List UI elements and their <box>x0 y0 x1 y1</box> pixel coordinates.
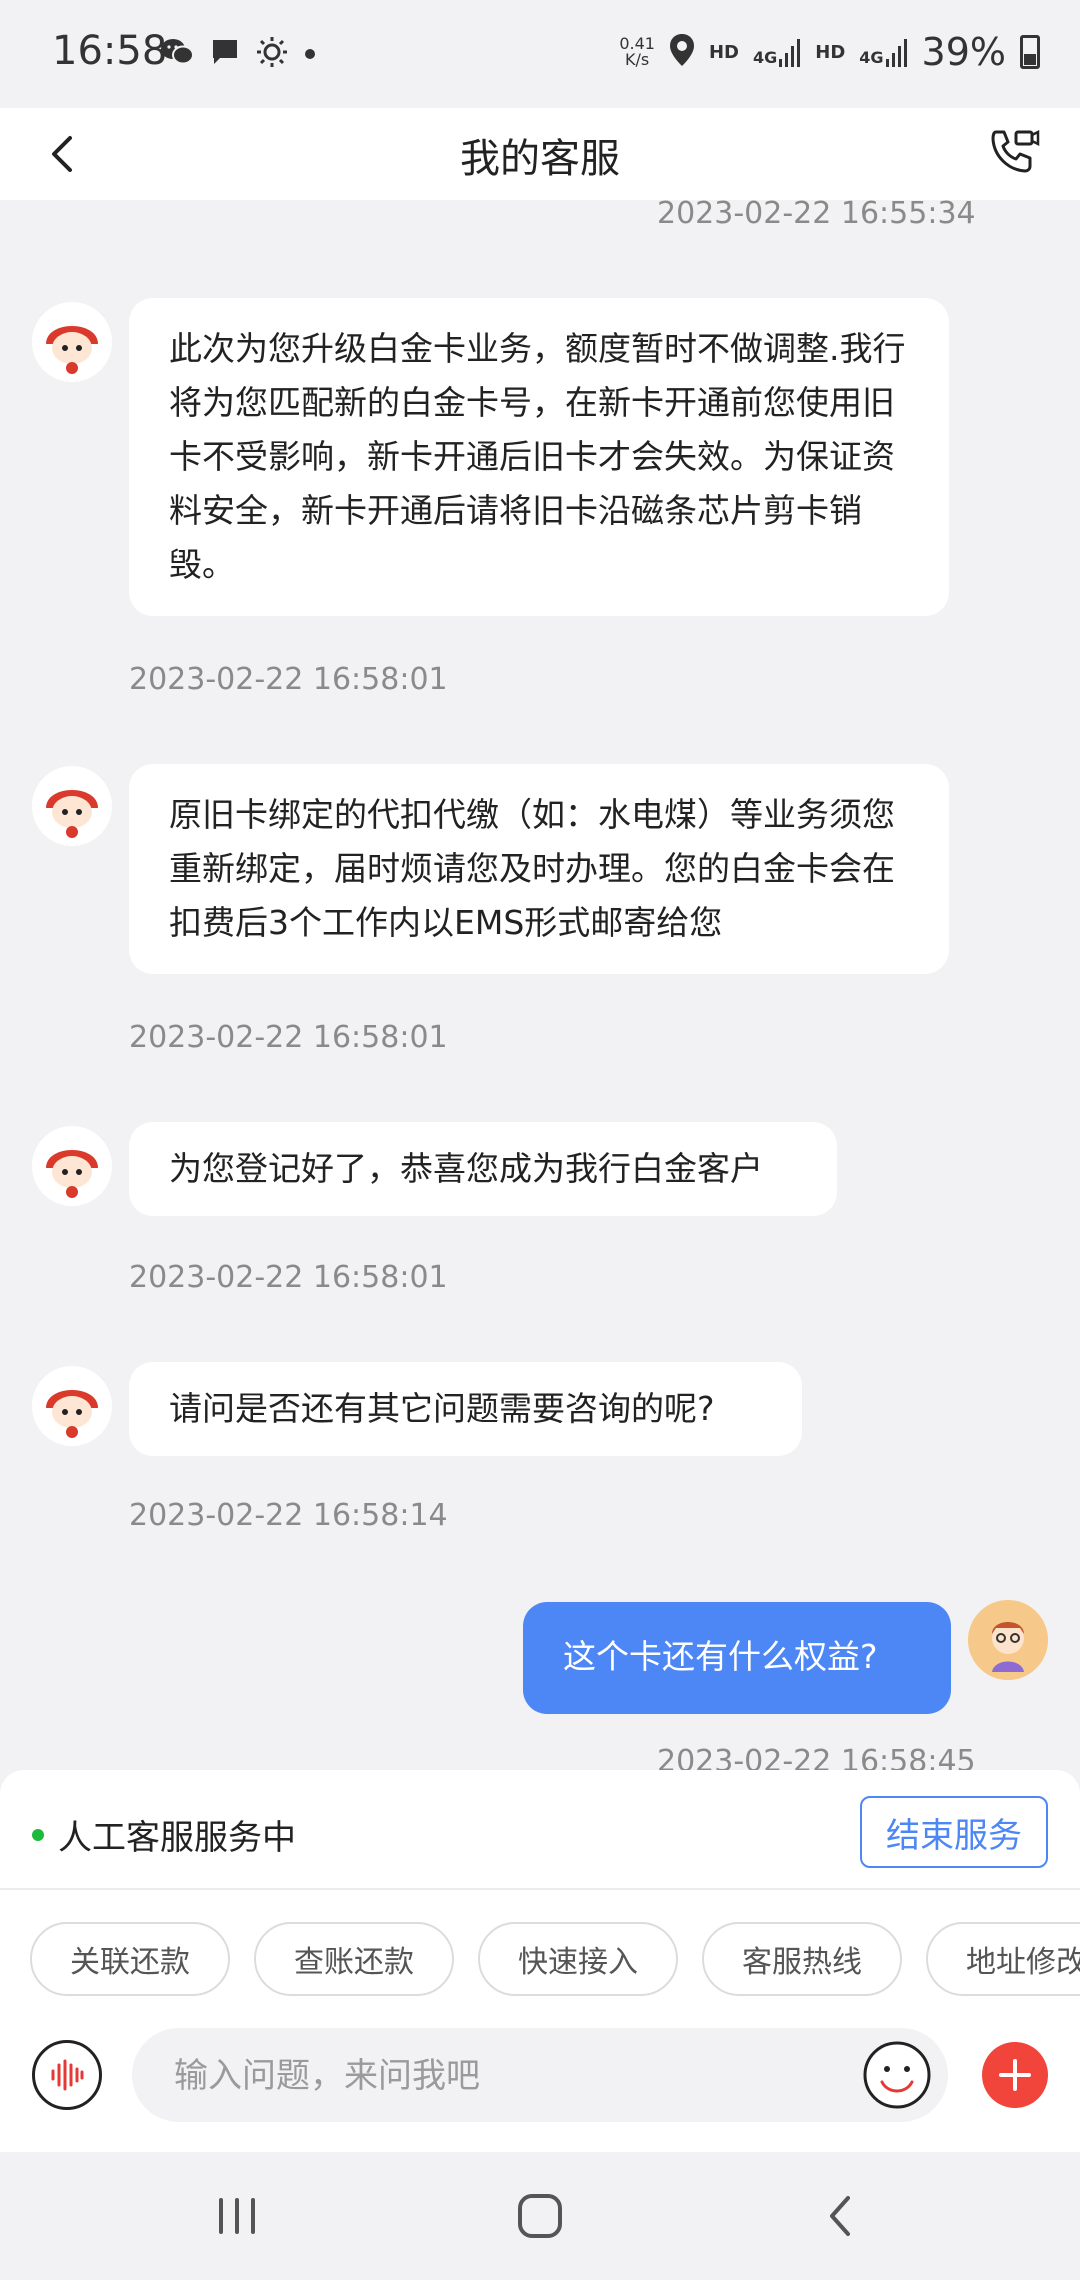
quick-actions: 关联还款 查账还款 快速接入 客服热线 地址修改 <box>30 1922 1080 1996</box>
bottom-panel: 人工客服服务中 结束服务 关联还款 查账还款 快速接入 客服热线 地址修改 <box>0 1770 1080 2152</box>
mascot-avatar-icon <box>32 1366 112 1446</box>
battery-icon <box>1020 35 1040 69</box>
message-input[interactable] <box>172 2046 776 2106</box>
message-timestamp: 2023-02-22 16:58:14 <box>129 1498 448 1533</box>
divider <box>0 1888 1080 1890</box>
header-bar: 我的客服 <box>0 108 1080 200</box>
voice-input-button[interactable] <box>32 2040 102 2110</box>
quick-action-chip[interactable]: 查账还款 <box>254 1922 454 1996</box>
dot-icon <box>304 45 316 64</box>
more-options-button[interactable] <box>982 2042 1048 2108</box>
signal-icon-2: 4G <box>859 37 907 67</box>
agent-message-bubble: 原旧卡绑定的代扣代缴（如：水电煤）等业务须您重新绑定，届时烦请您及时办理。您的白… <box>129 764 949 974</box>
user-avatar[interactable] <box>968 1600 1048 1680</box>
system-back-button[interactable] <box>812 2186 872 2246</box>
user-avatar-icon <box>968 1600 1048 1680</box>
mascot-avatar-icon <box>32 302 112 382</box>
mascot-avatar-icon <box>32 1126 112 1206</box>
call-button[interactable] <box>982 122 1042 182</box>
recent-apps-icon <box>219 2198 255 2234</box>
network-type-label-2: 4G <box>859 48 884 67</box>
smiley-face-icon <box>863 2041 931 2109</box>
battery-percentage: 39% <box>921 30 1006 74</box>
user-message-bubble: 这个卡还有什么权益? <box>523 1602 951 1714</box>
recent-apps-button[interactable] <box>207 2186 267 2246</box>
brightness-icon <box>256 36 288 72</box>
service-status-text: 人工客服服务中 <box>58 1818 296 1858</box>
input-row <box>0 2028 1080 2128</box>
agent-avatar[interactable] <box>32 766 112 846</box>
status-time: 16:58 <box>52 28 168 74</box>
agent-avatar[interactable] <box>32 1366 112 1446</box>
network-type-label: 4G <box>752 48 778 67</box>
emoji-button[interactable] <box>862 2040 932 2110</box>
hd-label: HD <box>708 41 739 63</box>
agent-avatar[interactable] <box>32 1126 112 1206</box>
phone-call-icon <box>991 129 1040 173</box>
end-service-button[interactable]: 结束服务 <box>860 1796 1048 1868</box>
agent-message-bubble: 请问是否还有其它问题需要咨询的呢? <box>129 1362 802 1456</box>
home-icon <box>518 2194 562 2238</box>
agent-avatar[interactable] <box>32 302 112 382</box>
service-status: 人工客服服务中 <box>32 1810 296 1859</box>
message-input-container <box>132 2028 948 2122</box>
page-title: 我的客服 <box>460 136 620 182</box>
wechat-icon <box>160 37 194 71</box>
message-icon <box>210 37 240 71</box>
quick-action-chip[interactable]: 客服热线 <box>702 1922 902 1996</box>
online-status-dot-icon <box>32 1828 44 1841</box>
message-timestamp: 2023-02-22 16:58:01 <box>129 1260 448 1295</box>
agent-message-bubble: 为您登记好了，恭喜您成为我行白金客户 <box>129 1122 837 1216</box>
home-button[interactable] <box>510 2186 570 2246</box>
signal-icon: 4G <box>753 37 801 67</box>
mascot-avatar-icon <box>32 766 112 846</box>
hd-label-2: HD <box>815 41 846 63</box>
message-timestamp: 2023-02-22 16:55:34 <box>657 196 976 231</box>
net-speed-unit: K/s <box>625 50 650 69</box>
net-speed: 0.41 K/s <box>619 36 655 68</box>
status-bar: 16:58 0.41 K/s HD 4G HD 4G 39% <box>0 0 1080 108</box>
back-arrow-icon <box>830 2196 850 2236</box>
system-navigation-bar <box>0 2152 1080 2280</box>
quick-action-chip[interactable]: 快速接入 <box>478 1922 678 1996</box>
message-timestamp: 2023-02-22 16:58:01 <box>129 662 448 697</box>
message-timestamp: 2023-02-22 16:58:01 <box>129 1020 448 1055</box>
quick-action-chip[interactable]: 关联还款 <box>30 1922 230 1996</box>
plus-icon <box>999 2059 1031 2091</box>
location-icon <box>669 33 695 71</box>
quick-action-chip[interactable]: 地址修改 <box>926 1922 1080 1996</box>
agent-message-bubble: 此次为您升级白金卡业务，额度暂时不做调整.我行将为您匹配新的白金卡号，在新卡开通… <box>129 298 949 616</box>
voice-wave-icon <box>51 2059 84 2091</box>
